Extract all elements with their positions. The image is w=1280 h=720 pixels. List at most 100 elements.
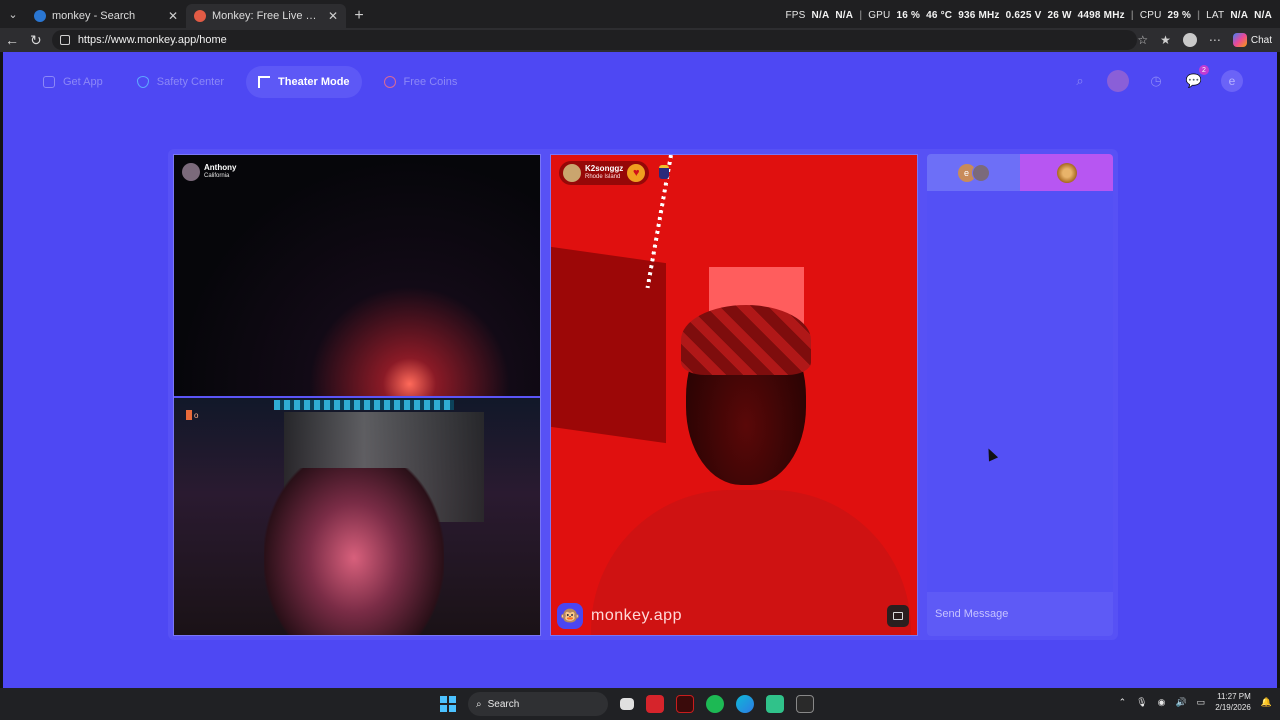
- host-person: [591, 305, 911, 635]
- gpu-power: 26 W: [1047, 10, 1072, 21]
- battery-icon[interactable]: ▭: [1197, 697, 1206, 708]
- copilot-chat-button[interactable]: Chat: [1232, 33, 1273, 47]
- system-clock[interactable]: 11:27 PM 2/19/2026: [1215, 691, 1251, 713]
- gpu-voltage: 0.625 V: [1005, 10, 1042, 21]
- self-tag-text: o: [194, 410, 199, 420]
- separator: |: [859, 10, 863, 21]
- app-terminal-icon[interactable]: [796, 695, 814, 713]
- copilot-icon: [1232, 33, 1247, 47]
- theater-mode-label: Theater Mode: [278, 76, 350, 88]
- partner-name-tag[interactable]: Anthony California: [182, 163, 236, 181]
- partner-video-anthony: Anthony California: [174, 155, 540, 396]
- browser-tab-search[interactable]: monkey - Search ✕: [26, 4, 186, 28]
- app-green-icon[interactable]: [766, 695, 784, 713]
- url-text: https://www.monkey.app/home: [77, 34, 227, 46]
- safety-center-label: Safety Center: [156, 76, 225, 88]
- coins-icon: [383, 76, 396, 88]
- windows-start-icon[interactable]: [440, 696, 456, 712]
- chat-messages-area: [927, 191, 1113, 592]
- wifi-icon[interactable]: ◉: [1158, 697, 1166, 708]
- partner-avatar-small: [971, 163, 990, 182]
- get-app-button[interactable]: Get App: [31, 66, 115, 98]
- browser-tab-monkey[interactable]: Monkey: Free Live Video Chat ✕: [186, 4, 346, 28]
- notification-bell-icon[interactable]: 🔔: [1261, 697, 1272, 708]
- separator: |: [1197, 10, 1201, 21]
- chat-tab-host[interactable]: [1020, 154, 1113, 191]
- app-k-icon[interactable]: [646, 695, 664, 713]
- free-coins-button[interactable]: Free Coins: [372, 66, 470, 98]
- tab-title: monkey - Search: [52, 10, 136, 22]
- spotify-icon[interactable]: [706, 695, 724, 713]
- more-menu-icon[interactable]: ⋯: [1209, 33, 1221, 47]
- safety-center-button[interactable]: Safety Center: [125, 66, 236, 98]
- edge-icon[interactable]: [736, 695, 754, 713]
- host-location: Rhode Island: [585, 174, 621, 180]
- search-icon[interactable]: ⌕: [1069, 70, 1091, 92]
- host-avatar: [563, 164, 581, 182]
- chat-label: Chat: [1250, 34, 1273, 46]
- chat-tab-group[interactable]: e: [927, 154, 1020, 191]
- get-app-label: Get App: [63, 76, 103, 88]
- microphone-icon[interactable]: 🎙: [1136, 697, 1147, 708]
- favorite-star-icon[interactable]: ☆: [1137, 33, 1148, 47]
- self-person: [264, 468, 444, 635]
- led-light-strip: [274, 400, 454, 410]
- theater-mode-button[interactable]: Theater Mode: [246, 66, 362, 98]
- partner-avatar: [182, 163, 200, 181]
- profile-avatar[interactable]: [1182, 33, 1197, 47]
- report-icon[interactable]: [887, 605, 909, 627]
- favorites-icon[interactable]: ★: [1160, 33, 1171, 47]
- video-stage: Anthony California o K2songgz Rhode Isla…: [168, 149, 1118, 640]
- new-tab-button[interactable]: +: [346, 4, 372, 28]
- send-message-input[interactable]: Send Message: [927, 592, 1113, 636]
- task-view-icon[interactable]: [620, 698, 634, 710]
- lat-label: LAT: [1206, 10, 1225, 21]
- chevron-up-icon[interactable]: ⌃: [1119, 697, 1127, 708]
- taskbar-search[interactable]: ⌕ Search: [468, 692, 608, 716]
- self-video: o: [174, 396, 540, 635]
- close-tab-icon[interactable]: ✕: [328, 9, 338, 23]
- url-field[interactable]: https://www.monkey.app/home: [51, 30, 1138, 50]
- fps-value-2: N/A: [835, 10, 854, 21]
- search-favicon-icon: [34, 10, 46, 22]
- profile-badge-icon[interactable]: [1107, 70, 1129, 92]
- messages-icon[interactable]: 💬 2: [1183, 65, 1209, 92]
- history-clock-icon[interactable]: ◷: [1145, 70, 1167, 92]
- watermark-text: monkey.app: [591, 607, 682, 624]
- monkey-favicon-icon: [194, 10, 206, 22]
- chat-tabs: e: [927, 154, 1113, 191]
- lat-value-2: N/A: [1254, 10, 1272, 21]
- taskbar-search-label: Search: [487, 698, 520, 710]
- tab-title: Monkey: Free Live Video Chat: [212, 10, 322, 22]
- cpu-usage: 29 %: [1167, 10, 1192, 21]
- host-name-tag[interactable]: K2songgz Rhode Island ♥: [559, 161, 650, 185]
- partner-location: California: [204, 173, 230, 179]
- app-red-icon[interactable]: [676, 695, 694, 713]
- browser-tab-bar: ⌄ monkey - Search ✕ Monkey: Free Live Vi…: [0, 0, 1280, 28]
- user-avatar[interactable]: e: [1221, 70, 1243, 92]
- close-tab-icon[interactable]: ✕: [168, 9, 178, 23]
- browser-address-bar: ← ↻ https://www.monkey.app/home ☆ ★ ⋯ Ch…: [0, 28, 1280, 52]
- self-marker-icon: [186, 410, 192, 420]
- chat-panel: e Send Message: [927, 154, 1113, 636]
- gpu-label: GPU: [868, 10, 891, 21]
- notification-badge: 2: [1199, 65, 1209, 75]
- monkey-logo-icon: 🐵: [557, 603, 583, 629]
- host-name: K2songgz: [585, 164, 624, 173]
- clock-time: 11:27 PM: [1217, 692, 1251, 701]
- lat-value: N/A: [1230, 10, 1249, 21]
- back-arrow-icon[interactable]: ←: [0, 28, 24, 52]
- volume-icon[interactable]: 🔊: [1175, 697, 1186, 708]
- monkey-app-page: Get App Safety Center Theater Mode Free …: [0, 52, 1280, 688]
- shield-icon: [136, 76, 149, 88]
- cpu-label: CPU: [1139, 10, 1162, 21]
- free-coins-label: Free Coins: [403, 76, 458, 88]
- refresh-icon[interactable]: ↻: [24, 28, 48, 52]
- tab-list-chevron-icon[interactable]: ⌄: [0, 0, 26, 28]
- site-info-icon[interactable]: [59, 35, 70, 45]
- heart-icon[interactable]: ♥: [627, 164, 646, 182]
- search-icon: ⌕: [476, 698, 482, 710]
- expand-icon: [258, 76, 271, 88]
- gpu-memory-clock: 4498 MHz: [1077, 10, 1125, 21]
- clock-date: 2/19/2026: [1215, 703, 1251, 712]
